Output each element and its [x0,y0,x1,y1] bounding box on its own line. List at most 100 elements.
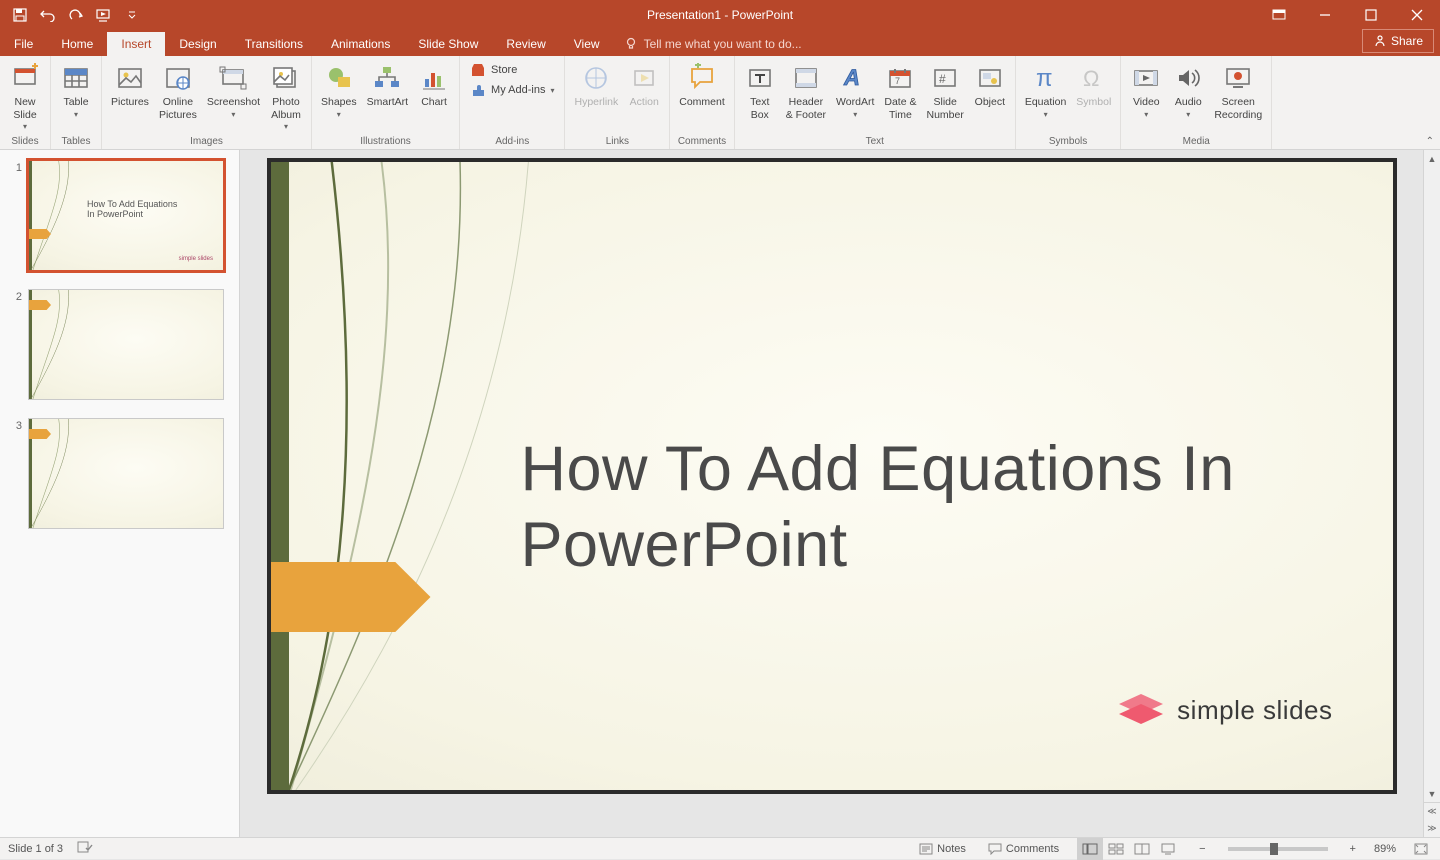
ribbon-screenshot-button[interactable]: Screenshot▾ [202,60,265,121]
collapse-ribbon-icon[interactable]: ⌃ [1426,136,1434,147]
fit-to-window-icon[interactable] [1410,843,1432,855]
close-button[interactable] [1394,0,1440,30]
store-button[interactable]: Store [470,62,554,78]
dropdown-caret-icon: ▾ [1144,110,1148,120]
ribbon-comment-button[interactable]: Comment [674,60,730,111]
share-button[interactable]: Share [1362,29,1434,53]
ribbon-group-label: Text [739,136,1011,149]
ribbon-equation-button[interactable]: πEquation▾ [1020,60,1071,121]
ribbon-display-options-icon[interactable] [1256,0,1302,30]
ribbon-object-button[interactable]: Object [969,60,1011,111]
start-from-beginning-icon[interactable] [92,3,116,27]
ribbon-button-label: WordArt [836,96,874,109]
slide-title-text[interactable]: How To Add Equations In PowerPoint [521,432,1353,583]
svg-text:#: # [939,72,946,86]
dropdown-caret-icon: ▾ [1044,110,1048,120]
save-icon[interactable] [8,3,32,27]
zoom-in-button[interactable]: + [1346,843,1360,855]
notes-icon [919,843,933,855]
slide-sorter-view-icon[interactable] [1103,838,1129,860]
dropdown-caret-icon: ▾ [1186,110,1190,120]
ribbon-video-button[interactable]: Video▾ [1125,60,1167,121]
shapes-icon [323,62,355,94]
ribbon-group-slides: NewSlide▾ Slides [0,56,51,149]
slideshow-view-icon[interactable] [1155,838,1181,860]
ribbon-wordart-button[interactable]: AWordArt▾ [831,60,879,121]
scroll-up-icon[interactable]: ▲ [1424,150,1440,167]
ribbon-photo-album-button[interactable]: PhotoAlbum▾ [265,60,307,134]
tab-design[interactable]: Design [165,32,230,56]
slide-thumbnails-panel[interactable]: 1 How To Add EquationsIn PowerPoint simp… [0,150,240,837]
ribbon-date---time-button[interactable]: 7Date &Time [879,60,921,123]
lightbulb-icon [624,37,638,51]
next-slide-icon[interactable]: ≫ [1424,820,1440,837]
slide-canvas[interactable]: How To Add Equations In PowerPoint simpl… [267,158,1397,794]
tab-slideshow[interactable]: Slide Show [404,32,492,56]
zoom-slider[interactable] [1228,847,1328,851]
ribbon-audio-button[interactable]: Audio▾ [1167,60,1209,121]
file-tab[interactable]: File [0,32,47,56]
ribbon-group-media: Video▾Audio▾ScreenRecordingMedia [1121,56,1272,149]
ribbon-new-slide-button[interactable]: NewSlide▾ [4,60,46,134]
tell-me-search[interactable]: Tell me what you want to do... [614,32,812,56]
ribbon-group-label: Add-ins [464,136,560,149]
ribbon-slide-number-button[interactable]: #SlideNumber [921,60,968,123]
customize-qat-icon[interactable] [120,3,144,27]
ribbon-shapes-button[interactable]: Shapes▾ [316,60,362,121]
ribbon-group-label: Slides [4,136,46,149]
quick-access-toolbar [0,3,144,27]
date---time-icon: 7 [884,62,916,94]
notes-button[interactable]: Notes [915,843,970,855]
ribbon-online-pictures-button[interactable]: OnlinePictures [154,60,202,123]
slide-thumbnail-1[interactable]: How To Add EquationsIn PowerPoint simple… [28,160,224,271]
tab-home[interactable]: Home [47,32,107,56]
normal-view-icon[interactable] [1077,838,1103,860]
dropdown-caret-icon: ▾ [23,122,27,132]
tab-view[interactable]: View [560,32,614,56]
ribbon-button-label: Screenshot [207,96,260,109]
minimize-button[interactable] [1302,0,1348,30]
symbol-icon: Ω [1078,62,1110,94]
tab-insert[interactable]: Insert [107,32,165,56]
scroll-down-icon[interactable]: ▼ [1424,785,1440,802]
smartart-icon [371,62,403,94]
ribbon-button-label: Object [975,96,1005,109]
ribbon-group-illustrations: Shapes▾SmartArtChartIllustrations [312,56,460,149]
redo-icon[interactable] [64,3,88,27]
slide-position[interactable]: Slide 1 of 3 [8,843,63,855]
ribbon-button-label: Audio [1175,96,1202,109]
dropdown-caret-icon: ▾ [231,110,235,120]
tab-animations[interactable]: Animations [317,32,404,56]
ribbon-button-label: TextBox [750,96,769,121]
prev-slide-icon[interactable]: ≪ [1424,803,1440,820]
tab-transitions[interactable]: Transitions [231,32,317,56]
ribbon-smartart-button[interactable]: SmartArt [362,60,413,111]
tab-review[interactable]: Review [492,32,559,56]
ribbon-chart-button[interactable]: Chart [413,60,455,111]
undo-icon[interactable] [36,3,60,27]
zoom-percent[interactable]: 89% [1374,843,1396,855]
ribbon-table-button[interactable]: Table▾ [55,60,97,121]
zoom-slider-handle[interactable] [1270,843,1278,855]
maximize-button[interactable] [1348,0,1394,30]
ribbon-pictures-button[interactable]: Pictures [106,60,154,111]
zoom-out-button[interactable]: − [1195,843,1209,855]
comments-button[interactable]: Comments [984,843,1063,855]
title-bar: Presentation1 - PowerPoint [0,0,1440,30]
slide-thumbnail-2[interactable] [28,289,224,400]
ribbon-group-images: PicturesOnlinePicturesScreenshot▾PhotoAl… [102,56,312,149]
ribbon-button-label: Shapes [321,96,357,109]
vertical-scrollbar[interactable]: ▲ ▼ ≪ ≫ [1423,150,1440,837]
slide-thumbnail-3[interactable] [28,418,224,529]
my-addins-button[interactable]: My Add-ins ▾ [470,82,554,98]
work-area: 1 How To Add EquationsIn PowerPoint simp… [0,150,1440,837]
ribbon-text-box-button[interactable]: TextBox [739,60,781,123]
dropdown-caret-icon: ▾ [74,110,78,120]
scroll-track[interactable] [1424,167,1440,785]
reading-view-icon[interactable] [1129,838,1155,860]
spellcheck-icon[interactable] [77,840,93,857]
ribbon-header---footer-button[interactable]: Header& Footer [781,60,831,123]
ribbon-button-label: NewSlide [13,96,36,121]
ribbon-screen-recording-button[interactable]: ScreenRecording [1209,60,1267,123]
ribbon: NewSlide▾SlidesTable▾TablesPicturesOnlin… [0,56,1440,150]
